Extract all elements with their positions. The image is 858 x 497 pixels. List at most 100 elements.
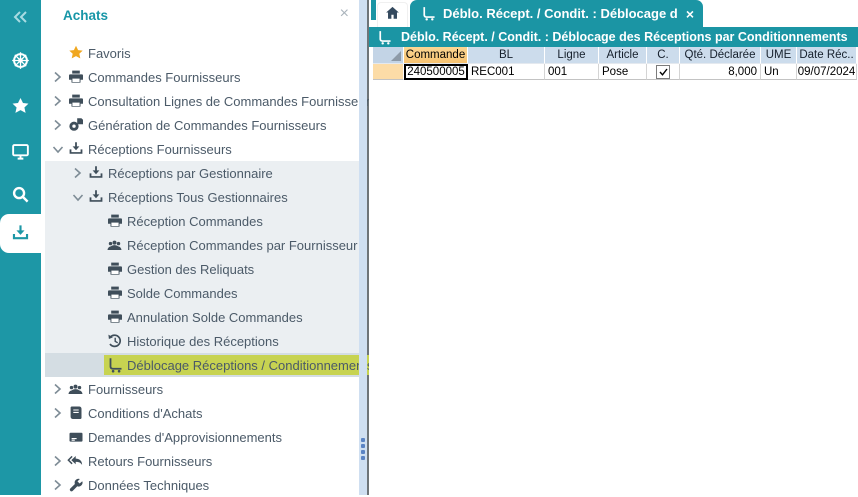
chevron-right-icon[interactable] xyxy=(49,93,66,109)
cell-bl[interactable]: REC001 xyxy=(468,64,545,80)
sidebar-item-reception-commandes[interactable]: Réception Commandes xyxy=(45,209,359,233)
sidebar-item-label: Réceptions Tous Gestionnaires xyxy=(108,190,288,205)
column-header-commande[interactable]: Commande xyxy=(404,47,468,64)
column-header-ligne[interactable]: Ligne xyxy=(545,47,599,64)
sidebar-panel: Achats × Favoris Commandes Fournisseurs … xyxy=(41,0,369,495)
people-icon xyxy=(105,237,124,253)
cell-ligne[interactable]: 001 xyxy=(545,64,599,80)
chevron-right-icon[interactable] xyxy=(49,381,66,397)
cell-c xyxy=(647,64,680,80)
printer-icon xyxy=(105,261,124,277)
chevron-right-icon[interactable] xyxy=(69,165,86,181)
tabbar-left-edge xyxy=(371,0,376,20)
collapse-sidebar-button[interactable] xyxy=(0,4,41,30)
chevron-right-icon[interactable] xyxy=(49,69,66,85)
chevron-down-icon[interactable] xyxy=(69,189,86,205)
sidebar-splitter[interactable] xyxy=(359,0,367,495)
helm-wheel-icon xyxy=(11,51,30,70)
column-header-date-rec[interactable]: Date Réc.. xyxy=(797,47,857,64)
chevron-right-icon[interactable] xyxy=(49,405,66,421)
search-button[interactable] xyxy=(0,176,41,212)
card-icon xyxy=(66,429,85,445)
tab-home[interactable] xyxy=(377,2,408,27)
column-header-ume[interactable]: UME xyxy=(761,47,797,64)
sidebar-item-gestion-des-reliquats[interactable]: Gestion des Reliquats xyxy=(45,257,359,281)
cell-qte-declaree[interactable]: 8,000 xyxy=(680,64,761,80)
inbox-icon xyxy=(86,189,105,205)
sidebar-item-receptions-par-gestionnaire[interactable]: Réceptions par Gestionnaire xyxy=(45,161,359,185)
cell-commande[interactable]: 240500005 xyxy=(404,64,468,80)
sidebar-header: Achats × xyxy=(41,0,367,34)
home-icon xyxy=(385,6,400,25)
sidebar-item-label: Conditions d'Achats xyxy=(88,406,203,421)
chevron-down-icon[interactable] xyxy=(49,141,66,157)
sidebar-item-label: Consultation Lignes de Commandes Fournis… xyxy=(88,94,376,109)
return-arrows-icon xyxy=(66,453,85,469)
tab-close-button[interactable]: × xyxy=(686,6,694,22)
column-header-article[interactable]: Article xyxy=(599,47,647,64)
sidebar-item-commandes-fournisseurs[interactable]: Commandes Fournisseurs xyxy=(45,65,359,89)
receptions-module-button[interactable] xyxy=(0,214,41,253)
selection-highlight: Déblocage Réceptions / Conditionnements xyxy=(104,355,382,375)
sidebar-item-favoris[interactable]: Favoris xyxy=(45,41,359,65)
inbox-download-icon xyxy=(11,224,30,243)
sidebar-item-retours-fournisseurs[interactable]: Retours Fournisseurs xyxy=(45,449,359,473)
sidebar-item-receptions-fournisseurs[interactable]: Réceptions Fournisseurs xyxy=(45,137,359,161)
chevron-right-icon[interactable] xyxy=(49,117,66,133)
chevrons-left-icon xyxy=(12,10,29,24)
corner-triangle-icon xyxy=(391,51,401,61)
wrench-icon xyxy=(66,477,85,493)
receptions-grid: Commande BL Ligne Article C. Qté. Déclar… xyxy=(373,47,857,80)
sidebar-item-label: Réception Commandes xyxy=(127,214,263,229)
sidebar-item-label: Commandes Fournisseurs xyxy=(88,70,240,85)
favorites-button[interactable] xyxy=(0,88,41,124)
sidebar-item-label: Retours Fournisseurs xyxy=(88,454,212,469)
sidebar-item-fournisseurs[interactable]: Fournisseurs xyxy=(45,377,359,401)
sidebar-item-reception-commandes-par-fournisseur[interactable]: Réception Commandes par Fournisseur xyxy=(45,233,359,257)
sidebar-item-solde-commandes[interactable]: Solde Commandes xyxy=(45,281,359,305)
sidebar-item-donnees-techniques[interactable]: Données Techniques xyxy=(45,473,359,497)
column-header-bl[interactable]: BL xyxy=(468,47,545,64)
cell-article[interactable]: Pose xyxy=(599,64,647,80)
generate-orders-icon xyxy=(66,117,85,133)
sidebar-item-consultation-lignes[interactable]: Consultation Lignes de Commandes Fournis… xyxy=(45,89,359,113)
sidebar-close-button[interactable]: × xyxy=(340,6,349,22)
chevron-right-icon[interactable] xyxy=(49,477,66,493)
printer-icon xyxy=(105,309,124,325)
cell-ume[interactable]: Un xyxy=(761,64,797,80)
sidebar-item-demandes-approvisionnements[interactable]: Demandes d'Approvisionnements xyxy=(45,425,359,449)
cell-date-rec[interactable]: 09/07/2024 xyxy=(797,64,857,80)
sidebar-title: Achats xyxy=(63,8,108,23)
row-selector-cell[interactable] xyxy=(373,64,404,80)
grid-select-all-corner[interactable] xyxy=(373,47,404,64)
sidebar-tree: Favoris Commandes Fournisseurs Consultat… xyxy=(45,41,359,497)
tab-bar: Déblo. Récept. / Condit. : Déblocage des… xyxy=(369,0,858,27)
sidebar-item-label: Données Techniques xyxy=(88,478,209,493)
sidebar-item-annulation-solde-commandes[interactable]: Annulation Solde Commandes xyxy=(45,305,359,329)
inbox-icon xyxy=(86,165,105,181)
printer-icon xyxy=(105,213,124,229)
sidebar-item-receptions-tous-gestionnaires[interactable]: Réceptions Tous Gestionnaires xyxy=(45,185,359,209)
favorite-star-icon xyxy=(66,45,85,61)
sidebar-item-generation-commandes[interactable]: Génération de Commandes Fournisseurs xyxy=(45,113,359,137)
sidebar-item-label: Réceptions par Gestionnaire xyxy=(108,166,273,181)
sidebar-item-label: Annulation Solde Commandes xyxy=(127,310,303,325)
tab-deblocage-receptions[interactable]: Déblo. Récept. / Condit. : Déblocage des… xyxy=(410,0,703,27)
people-icon xyxy=(66,381,85,397)
column-header-c[interactable]: C. xyxy=(647,47,680,64)
sidebar-item-label: Solde Commandes xyxy=(127,286,238,301)
sidebar-item-label: Réception Commandes par Fournisseur xyxy=(127,238,358,253)
column-header-qte-declaree[interactable]: Qté. Déclarée xyxy=(680,47,761,64)
content-header: Déblo. Récept. / Condit. : Déblocage des… xyxy=(369,27,858,47)
sidebar-item-conditions-achats[interactable]: Conditions d'Achats xyxy=(45,401,359,425)
modules-button[interactable] xyxy=(0,42,41,78)
main-area: Déblo. Récept. / Condit. : Déblocage des… xyxy=(369,0,858,495)
sidebar-item-label: Fournisseurs xyxy=(88,382,163,397)
chevron-right-icon[interactable] xyxy=(49,453,66,469)
workstation-button[interactable] xyxy=(0,133,41,169)
content-title: Déblo. Récept. / Condit. : Déblocage des… xyxy=(401,30,848,44)
hand-truck-icon xyxy=(105,357,124,373)
sidebar-item-deblocage-receptions-conditionnements[interactable]: Déblocage Réceptions / Conditionnements xyxy=(45,353,359,377)
checkbox[interactable] xyxy=(656,65,670,79)
sidebar-item-historique-des-receptions[interactable]: Historique des Réceptions xyxy=(45,329,359,353)
